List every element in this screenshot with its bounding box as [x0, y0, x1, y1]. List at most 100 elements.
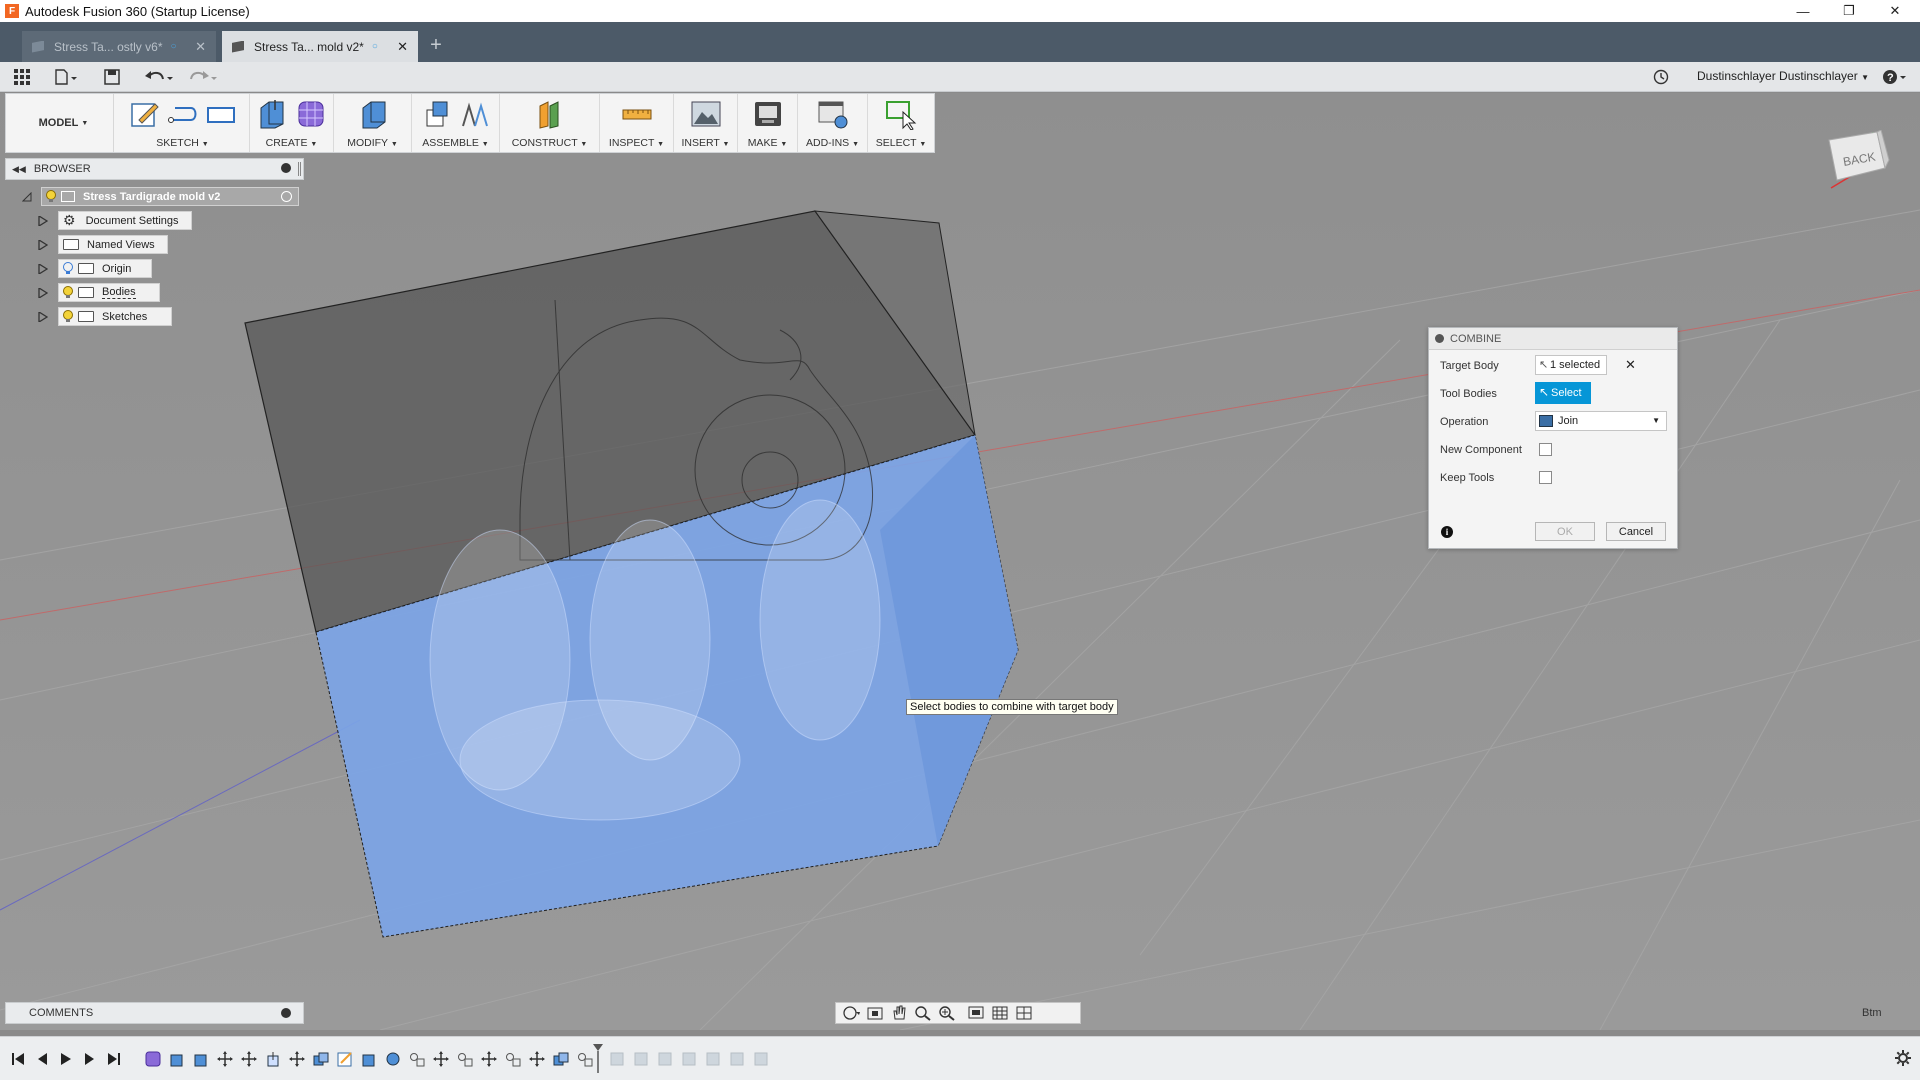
scripts-addins-icon[interactable]: [817, 98, 849, 130]
tab-document-1[interactable]: Stress Ta... ostly v6* ○ ✕: [22, 31, 216, 62]
user-account-menu[interactable]: Dustinschlayer Dustinschlayer ▼: [1697, 69, 1869, 83]
insert-group[interactable]: INSERT ▼: [674, 94, 738, 152]
visibility-bulb-off-icon[interactable]: [63, 262, 73, 275]
move-feature-icon[interactable]: [241, 1051, 257, 1067]
extrude-feature-icon[interactable]: [193, 1051, 209, 1067]
press-pull-feature-icon[interactable]: [265, 1051, 281, 1067]
browser-item-label-box[interactable]: Bodies: [58, 283, 160, 302]
collapse-arrow-icon[interactable]: [22, 192, 32, 202]
sketch-feature-icon[interactable]: [337, 1051, 353, 1067]
add-ins-group[interactable]: ADD-INS ▼: [798, 94, 868, 152]
expand-arrow-icon[interactable]: [38, 240, 48, 250]
help-icon[interactable]: ?: [1880, 66, 1910, 88]
joint-feature-icon[interactable]: [577, 1051, 593, 1067]
combine-feature-icon[interactable]: [313, 1051, 329, 1067]
suppressed-feature-icon[interactable]: [609, 1051, 625, 1067]
grid-settings-icon[interactable]: [992, 1005, 1010, 1021]
extrude-icon[interactable]: [257, 98, 289, 130]
rectangle-icon[interactable]: [205, 98, 237, 130]
measure-icon[interactable]: [621, 98, 653, 130]
workspace-switcher[interactable]: MODEL ▼: [14, 94, 114, 152]
panel-minimize-icon[interactable]: [281, 163, 291, 173]
comments-add-icon[interactable]: [281, 1008, 291, 1018]
new-component-icon[interactable]: [421, 98, 453, 130]
expand-arrow-icon[interactable]: [38, 216, 48, 226]
press-pull-icon[interactable]: [357, 98, 389, 130]
new-tab-button[interactable]: +: [422, 32, 450, 60]
browser-item-label-box[interactable]: Origin: [58, 259, 152, 278]
ok-button[interactable]: OK: [1535, 522, 1595, 541]
job-status-clock-icon[interactable]: [1650, 66, 1672, 88]
restore-button[interactable]: ❐: [1826, 0, 1872, 22]
minimize-button[interactable]: —: [1780, 0, 1826, 22]
new-component-checkbox[interactable]: [1539, 443, 1552, 456]
go-to-end-icon[interactable]: [106, 1051, 122, 1067]
close-window-button[interactable]: ✕: [1872, 0, 1918, 22]
expand-arrow-icon[interactable]: [38, 264, 48, 274]
timeline-marker[interactable]: [592, 1043, 604, 1073]
make-group[interactable]: MAKE ▼: [738, 94, 798, 152]
suppressed-feature-icon[interactable]: [705, 1051, 721, 1067]
browser-root-item[interactable]: Stress Tardigrade mold v2: [41, 187, 299, 206]
suppressed-feature-icon[interactable]: [633, 1051, 649, 1067]
keep-tools-checkbox[interactable]: [1539, 471, 1552, 484]
file-menu-icon[interactable]: [50, 66, 82, 88]
visibility-bulb-icon[interactable]: [63, 310, 73, 323]
viewports-icon[interactable]: [1016, 1005, 1034, 1021]
tab-document-2[interactable]: Stress Ta... mold v2* ○ ✕: [222, 31, 418, 62]
assemble-group[interactable]: ASSEMBLE ▼: [412, 94, 500, 152]
go-to-start-icon[interactable]: [10, 1051, 26, 1067]
form-icon[interactable]: [295, 98, 327, 130]
suppressed-feature-icon[interactable]: [681, 1051, 697, 1067]
view-cube[interactable]: BACK: [1825, 129, 1895, 190]
construct-group[interactable]: CONSTRUCT ▼: [500, 94, 600, 152]
tool-bodies-select-button[interactable]: ↖ Select: [1535, 382, 1591, 404]
modify-group[interactable]: MODIFY ▼: [334, 94, 412, 152]
dialog-collapse-icon[interactable]: [1435, 334, 1444, 343]
move-feature-icon[interactable]: [481, 1051, 497, 1067]
display-settings-icon[interactable]: [968, 1005, 986, 1021]
step-back-icon[interactable]: [34, 1051, 50, 1067]
sphere-feature-icon[interactable]: [385, 1051, 401, 1067]
sketch-group[interactable]: SKETCH ▼: [116, 94, 250, 152]
browser-item-label-box[interactable]: Sketches: [58, 307, 172, 326]
3d-print-icon[interactable]: [752, 98, 784, 130]
combine-feature-icon[interactable]: [553, 1051, 569, 1067]
inspect-group[interactable]: INSPECT ▼: [600, 94, 674, 152]
suppressed-feature-icon[interactable]: [753, 1051, 769, 1067]
create-sketch-icon[interactable]: [129, 98, 161, 130]
expand-arrow-icon[interactable]: [38, 312, 48, 322]
form-feature-icon[interactable]: [145, 1051, 161, 1067]
fit-zoom-icon[interactable]: [938, 1005, 956, 1021]
move-feature-icon[interactable]: [433, 1051, 449, 1067]
orbit-icon[interactable]: [842, 1005, 860, 1021]
browser-item-label-box[interactable]: Named Views: [58, 235, 168, 254]
timeline-settings-gear-icon[interactable]: [1894, 1049, 1912, 1067]
joint-feature-icon[interactable]: [409, 1051, 425, 1067]
visibility-bulb-icon[interactable]: [46, 190, 56, 203]
info-icon[interactable]: i: [1441, 526, 1453, 538]
activate-radio-icon[interactable]: [281, 191, 292, 202]
move-feature-icon[interactable]: [289, 1051, 305, 1067]
close-tab-icon[interactable]: ✕: [195, 39, 206, 55]
save-icon[interactable]: [101, 66, 123, 88]
browser-item-label-box[interactable]: ⚙ Document Settings: [58, 211, 192, 230]
offset-plane-icon[interactable]: [534, 98, 566, 130]
create-group[interactable]: CREATE ▼: [250, 94, 334, 152]
operation-dropdown[interactable]: Join ▼: [1535, 411, 1667, 431]
pan-hand-icon[interactable]: [890, 1005, 908, 1021]
move-feature-icon[interactable]: [217, 1051, 233, 1067]
insert-image-icon[interactable]: [690, 98, 722, 130]
comments-panel-header[interactable]: COMMENTS: [5, 1002, 304, 1024]
collapse-panel-icon[interactable]: ◀◀: [12, 164, 26, 175]
panel-resize-grip-icon[interactable]: [298, 162, 301, 176]
move-feature-icon[interactable]: [529, 1051, 545, 1067]
select-cursor-icon[interactable]: [885, 98, 917, 131]
joint-feature-icon[interactable]: [505, 1051, 521, 1067]
joint-icon[interactable]: [459, 98, 491, 130]
step-forward-icon[interactable]: [82, 1051, 98, 1067]
data-panel-grid-icon[interactable]: [12, 66, 32, 88]
suppressed-feature-icon[interactable]: [729, 1051, 745, 1067]
canvas-viewport[interactable]: [0, 93, 1920, 1030]
extrude-feature-icon[interactable]: [361, 1051, 377, 1067]
